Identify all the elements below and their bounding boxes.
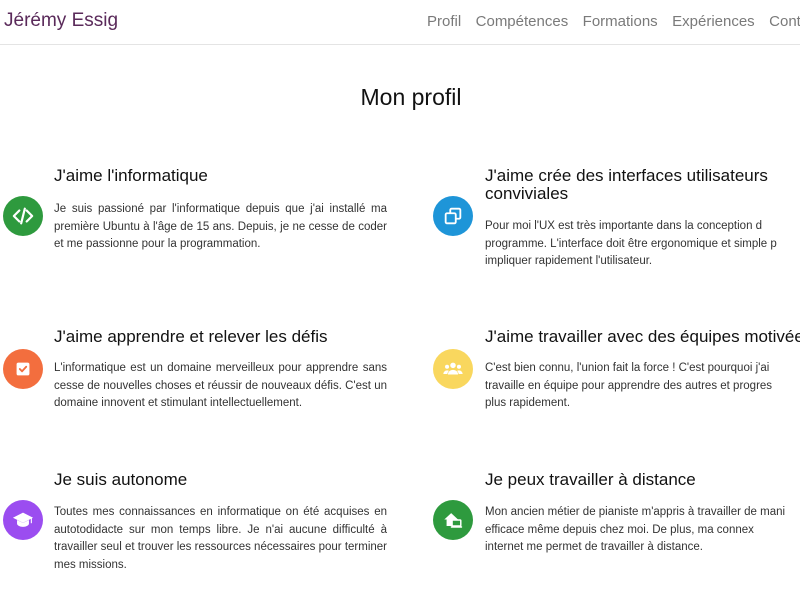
feature-text-line: plus rapidement. (485, 397, 571, 409)
nav-link-profil[interactable]: Profil (427, 13, 461, 30)
feature-text-line: travaille en équipe pour apprendre des a… (485, 379, 773, 392)
feature-title: J'aime l'informatique (54, 166, 208, 185)
navbar: Jérémy Essig Profil Compétences Formatio… (0, 0, 800, 45)
nav-link-experiences[interactable]: Expériences (672, 13, 755, 30)
home-laptop-icon (433, 500, 473, 540)
feature-title: J'aime crée des interfaces utilisateurs … (485, 166, 768, 203)
page-title: Mon profil (360, 84, 462, 110)
feature-text-line: Mon ancien métier de pianiste m'appris à… (485, 506, 786, 518)
feature-text: Pour moi l'UX est très importante dans l… (485, 218, 800, 271)
feature-title: J'aime apprendre et relever les défis (54, 327, 328, 346)
feature-text: Mon ancien métier de pianiste m'appris à… (485, 504, 800, 557)
feature-text: Je suis passioné par l'informatique depu… (54, 203, 387, 250)
nav-links: Profil Compétences Formations Expérience… (427, 13, 800, 31)
feature-title: Je suis autonome (54, 470, 188, 489)
feature-text-line: internet me permet de travailler à dista… (485, 541, 703, 553)
feature-text: L'informatique est un domaine merveilleu… (54, 362, 387, 409)
feature-text-line: Pour moi l'UX est très importante dans l… (485, 220, 763, 232)
feature-title: Je peux travailler à distance (485, 470, 696, 489)
code-icon (3, 196, 43, 236)
feature-text-line: impliquer rapidement l'utilisateur. (485, 255, 653, 267)
nav-link-formations[interactable]: Formations (583, 13, 658, 30)
team-icon (433, 349, 473, 389)
feature-text: C'est bien connu, l'union fait la force … (485, 360, 800, 413)
graduation-cap-icon (3, 500, 43, 540)
nav-link-contact[interactable]: Contact (769, 13, 800, 30)
brand-logo-link[interactable]: Jérémy Essig (4, 10, 118, 32)
feature-text-line: efficace même depuis chez moi. De plus, … (485, 523, 754, 536)
feature-title: J'aime travailler avec des équipes motiv… (485, 327, 800, 346)
windows-icon (433, 196, 473, 236)
feature-text: Toutes mes connaissances en informatique… (54, 506, 387, 571)
nav-link-competences[interactable]: Compétences (476, 13, 569, 30)
feature-text-line: programme. L'interface doit être ergonom… (485, 237, 777, 250)
feature-text-line: C'est bien connu, l'union fait la force … (485, 362, 770, 374)
check-square-icon (3, 349, 43, 389)
